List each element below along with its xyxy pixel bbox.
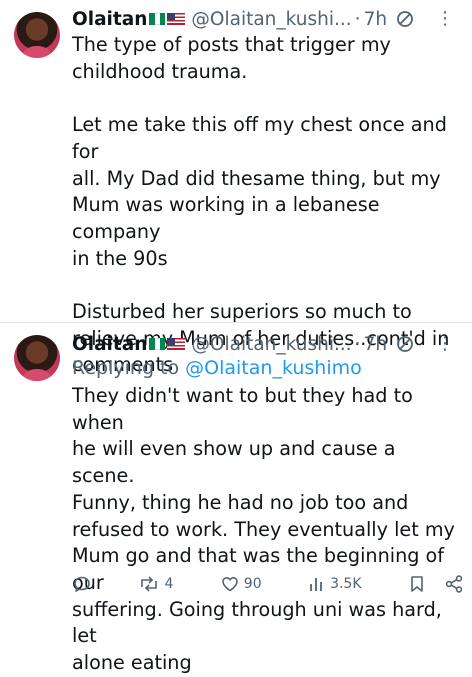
avatar[interactable] xyxy=(14,335,60,381)
tweet-reply[interactable]: Olaitan @Olaitan_kushi... · 7h ⋮ Replyin… xyxy=(0,323,472,674)
flags xyxy=(149,338,186,350)
views-icon xyxy=(310,578,322,591)
right-actions xyxy=(408,574,464,594)
views-count: 3.5K xyxy=(330,576,362,592)
gauge-icon xyxy=(395,334,415,354)
share-icon[interactable] xyxy=(444,574,464,594)
retweet-button[interactable]: 4 xyxy=(138,574,173,594)
user-handle[interactable]: @Olaitan_kushi... xyxy=(191,9,351,30)
retweet-count: 4 xyxy=(164,576,174,592)
tweet-main[interactable]: Olaitan @Olaitan_kushi... · 7h ⋮ The typ… xyxy=(0,0,472,376)
reply-icon xyxy=(74,576,90,592)
tweet-header: Olaitan @Olaitan_kushi... · 7h ⋮ xyxy=(72,6,464,32)
like-icon xyxy=(221,577,238,592)
gauge-icon xyxy=(395,9,415,29)
timestamp[interactable]: 7h xyxy=(364,334,388,355)
retweet-icon xyxy=(141,576,158,592)
replying-to: Replying to @Olaitan_kushimo xyxy=(72,357,362,379)
tweet-actions: 4 90 3.5K xyxy=(72,573,464,595)
bookmark-icon[interactable] xyxy=(408,574,426,594)
separator-dot: · xyxy=(354,8,361,30)
views-button[interactable]: 3.5K xyxy=(308,575,362,593)
more-icon[interactable]: ⋮ xyxy=(436,6,454,32)
more-icon[interactable]: ⋮ xyxy=(436,331,454,357)
nigeria-flag-icon xyxy=(149,338,166,350)
us-flag-icon xyxy=(167,13,186,25)
reply-button[interactable] xyxy=(72,574,92,594)
display-name[interactable]: Olaitan xyxy=(72,334,147,355)
replying-handle-link[interactable]: @Olaitan_kushimo xyxy=(185,357,362,379)
us-flag-icon xyxy=(167,338,186,350)
replying-prefix: Replying to xyxy=(72,357,186,379)
user-handle[interactable]: @Olaitan_kushi... xyxy=(191,334,351,355)
nigeria-flag-icon xyxy=(149,13,166,25)
display-name[interactable]: Olaitan xyxy=(72,9,147,30)
like-button[interactable]: 90 xyxy=(220,574,262,594)
timestamp[interactable]: 7h xyxy=(364,9,388,30)
separator-dot: · xyxy=(354,333,361,355)
like-count: 90 xyxy=(243,576,262,592)
tweet-header: Olaitan @Olaitan_kushi... · 7h ⋮ xyxy=(72,331,464,357)
flags xyxy=(149,13,186,25)
tweet-text: They didn't want to but they had to when… xyxy=(72,384,455,675)
avatar[interactable] xyxy=(14,12,60,58)
